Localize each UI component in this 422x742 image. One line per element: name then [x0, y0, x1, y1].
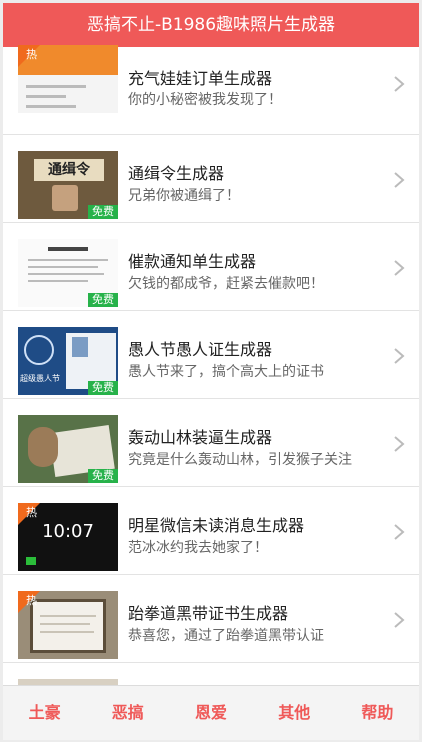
- chevron-right-icon: [394, 524, 405, 540]
- item-title: 跆拳道黑带证书生成器: [128, 604, 289, 623]
- tab-qita[interactable]: 其他: [253, 686, 336, 740]
- tab-enai[interactable]: 恩爱: [169, 686, 252, 740]
- free-badge: 免费: [88, 205, 118, 219]
- item-title: 明星微信未读消息生成器: [128, 516, 305, 535]
- list-item-wanted-poster[interactable]: 通缉令 免费 通缉令生成器 兄弟你被通缉了！: [3, 135, 419, 223]
- list-item-monkey-news[interactable]: 免费 轰动山林装逼生成器 究竟是什么轰动山林，引发猴子关注: [3, 399, 419, 487]
- app-header: 恶搞不止-B1986趣味照片生成器: [3, 3, 419, 47]
- list-item-april-fools-certificate[interactable]: 超级愚人节 免费 愚人节愚人证生成器 愚人节来了，搞个高大上的证书: [3, 311, 419, 399]
- list-item-celebrity-wechat[interactable]: 10:07 热 明星微信未读消息生成器 范冰冰约我去她家了！: [3, 487, 419, 575]
- tab-bangzhu[interactable]: 帮助: [336, 686, 419, 740]
- thumbnail: 超级愚人节 免费: [18, 327, 118, 395]
- app-window: 恶搞不止-B1986趣味照片生成器 热 充气娃娃订单生成器 你的小秘密被我发现了…: [3, 3, 419, 740]
- thumb-caption: 通缉令: [34, 159, 104, 181]
- thumbnail: 10:07 热: [18, 503, 118, 571]
- item-subtitle: 兄弟你被通缉了！: [128, 188, 240, 204]
- item-title: 充气娃娃订单生成器: [128, 69, 273, 88]
- item-title: 轰动山林装逼生成器: [128, 428, 273, 447]
- hot-badge-label: 热: [26, 48, 37, 61]
- thumbnail: 通缉令 免费: [18, 151, 118, 219]
- list-item-inflatable-doll-order[interactable]: 热 充气娃娃订单生成器 你的小秘密被我发现了！: [3, 45, 419, 135]
- item-subtitle: 究竟是什么轰动山林，引发猴子关注: [128, 452, 352, 468]
- chevron-right-icon: [394, 436, 405, 452]
- thumbnail: 免费: [18, 239, 118, 307]
- item-subtitle: 范冰冰约我去她家了！: [128, 540, 268, 556]
- item-subtitle: 你的小秘密被我发现了！: [128, 92, 282, 108]
- hot-badge-label: 热: [26, 594, 37, 607]
- bottom-tab-bar: 土豪 恶搞 恩爱 其他 帮助: [3, 685, 419, 740]
- tab-tuhao[interactable]: 土豪: [3, 686, 86, 740]
- hot-badge-label: 热: [26, 506, 37, 519]
- chevron-right-icon: [394, 76, 405, 92]
- item-subtitle: 欠钱的都成爷，赶紧去催款吧！: [128, 276, 324, 292]
- page-title: 恶搞不止-B1986趣味照片生成器: [86, 15, 336, 35]
- list-item-taekwondo-certificate[interactable]: 热 跆拳道黑带证书生成器 恭喜您，通过了跆拳道黑带认证: [3, 575, 419, 663]
- thumbnail: 热: [18, 45, 118, 113]
- chevron-right-icon: [394, 172, 405, 188]
- thumb-caption: 超级愚人节: [20, 374, 60, 383]
- free-badge: 免费: [88, 469, 118, 483]
- tab-egao[interactable]: 恶搞: [86, 686, 169, 740]
- chevron-right-icon: [394, 612, 405, 628]
- thumbnail: 免费: [18, 415, 118, 483]
- item-subtitle: 愚人节来了，搞个高大上的证书: [128, 364, 324, 380]
- chevron-right-icon: [394, 348, 405, 364]
- free-badge: 免费: [88, 381, 118, 395]
- thumbnail: 热: [18, 591, 118, 659]
- list-item-payment-notice[interactable]: 免费 催款通知单生成器 欠钱的都成爷，赶紧去催款吧！: [3, 223, 419, 311]
- item-subtitle: 恭喜您，通过了跆拳道黑带认证: [128, 628, 324, 644]
- chevron-right-icon: [394, 260, 405, 276]
- item-title: 通缉令生成器: [128, 164, 225, 183]
- item-title: 催款通知单生成器: [128, 252, 257, 271]
- generator-list: 热 充气娃娃订单生成器 你的小秘密被我发现了！ 通缉令 免费 通缉令生成器 兄弟…: [3, 45, 419, 740]
- item-title: 愚人节愚人证生成器: [128, 340, 273, 359]
- free-badge: 免费: [88, 293, 118, 307]
